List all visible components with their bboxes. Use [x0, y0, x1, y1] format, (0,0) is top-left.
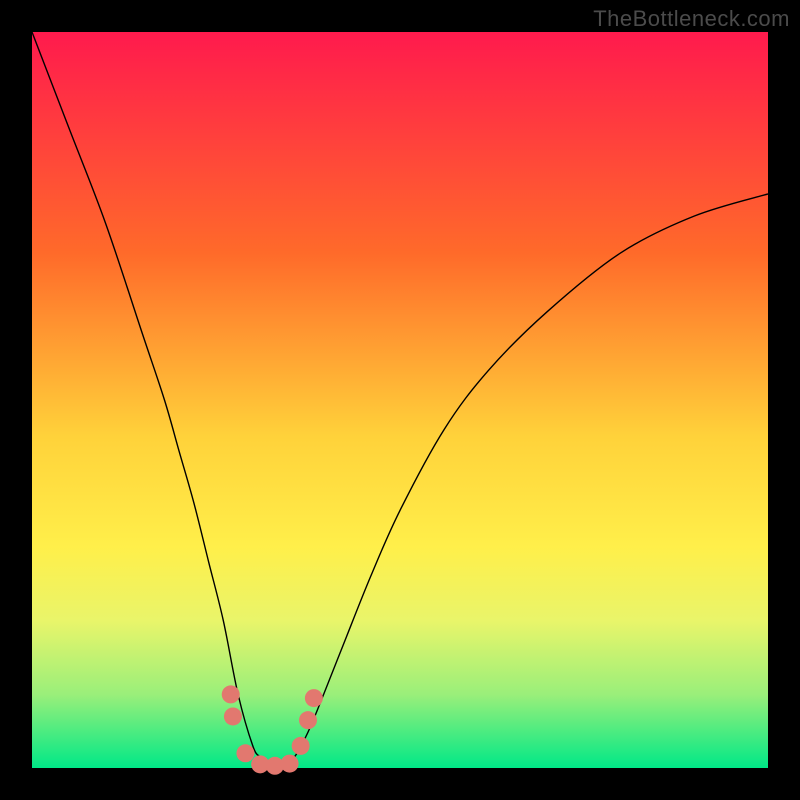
valley-dot	[281, 755, 299, 773]
valley-dot	[236, 744, 254, 762]
plot-area	[32, 32, 768, 768]
chart-frame: TheBottleneck.com	[0, 0, 800, 800]
valley-dot	[305, 689, 323, 707]
valley-dots-group	[222, 685, 323, 774]
valley-dot	[224, 707, 242, 725]
valley-dot	[292, 737, 310, 755]
watermark-text: TheBottleneck.com	[593, 6, 790, 32]
valley-dot	[222, 685, 240, 703]
valley-dot	[299, 711, 317, 729]
chart-svg	[32, 32, 768, 768]
bottleneck-curve	[32, 32, 768, 764]
